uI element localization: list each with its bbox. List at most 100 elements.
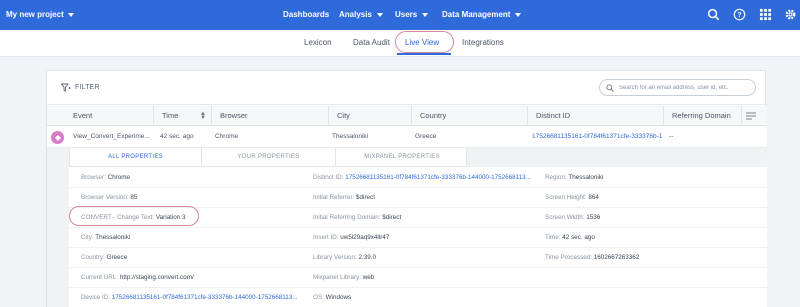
property-row: Device ID: 17526681135161-0f784f61371cfe… bbox=[69, 287, 767, 307]
column-header-country[interactable]: Country bbox=[412, 106, 528, 126]
cell-country: Greece bbox=[415, 133, 437, 140]
property-key: Screen Height: bbox=[545, 194, 587, 201]
settings-icon[interactable] bbox=[784, 8, 797, 21]
nav-analysis-label: Analysis bbox=[339, 10, 372, 19]
event-icon bbox=[51, 131, 64, 144]
property-key: Initial Referrer: bbox=[313, 194, 355, 201]
property-value: http://staging.convert.com/ bbox=[119, 274, 194, 281]
property-value: Windows bbox=[325, 294, 352, 301]
property-key: Region: bbox=[545, 174, 567, 181]
cell-distinct-id[interactable]: 17526681135161-0f784f61371cfe-333376b-1.… bbox=[532, 126, 662, 148]
property-key: Distinct ID: bbox=[313, 174, 344, 181]
sort-icon: ▲ ▼ bbox=[200, 111, 206, 121]
tab-data-audit[interactable]: Data Audit bbox=[353, 38, 390, 47]
nav-users-label: Users bbox=[395, 10, 418, 19]
cell-city: Thessaloniki bbox=[332, 133, 369, 140]
nav-dashboards-label: Dashboards bbox=[283, 10, 330, 19]
chevron-down-icon bbox=[422, 12, 429, 17]
column-header-distinct-id[interactable]: Distinct ID bbox=[528, 106, 664, 126]
search-box[interactable] bbox=[599, 79, 756, 96]
column-header-browser[interactable]: Browser bbox=[212, 106, 329, 126]
property-value: Chrome bbox=[107, 174, 130, 181]
help-icon[interactable]: ? bbox=[733, 8, 746, 21]
property-row: City: Thessaloniki Insert ID: uw5l29aq9x4… bbox=[69, 227, 767, 248]
property-cell: Screen Height: 864 bbox=[545, 187, 765, 208]
property-row: Current URL: http://staging.convert.com/… bbox=[69, 267, 767, 288]
nav-data-management-label: Data Management bbox=[442, 10, 511, 19]
live-view-panel: FILTER Event Time ▲▼ Browser City Countr… bbox=[46, 70, 767, 307]
properties-tabs: ALL PROPERTIES YOUR PROPERTIES MIXPANEL … bbox=[69, 148, 467, 167]
tab-integrations[interactable]: Integrations bbox=[462, 38, 504, 47]
highlight-annotation bbox=[395, 31, 454, 53]
project-name: My new project bbox=[6, 10, 64, 19]
property-value: Thessaloniki bbox=[95, 234, 131, 241]
property-value: $direct bbox=[382, 214, 402, 221]
nav-users[interactable]: Users bbox=[395, 10, 429, 19]
property-value: 2.39.0 bbox=[358, 254, 377, 261]
property-key: Device ID: bbox=[81, 294, 111, 301]
table-header: Event Time ▲ ▼ Browser City Country Disti… bbox=[47, 106, 767, 126]
column-header-referring-domain[interactable]: Referring Domain bbox=[664, 106, 742, 126]
property-cell: Device ID: 17526681135161-0f784f61371cfe… bbox=[81, 287, 306, 307]
property-key: Initial Referring Domain: bbox=[313, 214, 381, 221]
chevron-down-icon bbox=[67, 12, 74, 17]
property-cell: Current URL: http://staging.convert.com/ bbox=[81, 267, 306, 288]
filter-label: FILTER bbox=[75, 84, 100, 91]
cell-referring-domain: -- bbox=[669, 133, 674, 140]
property-cell: Mixpanel Library: web bbox=[313, 267, 538, 288]
tab-mixpanel-properties[interactable]: MIXPANEL PROPERTIES bbox=[336, 148, 468, 167]
filter-toolbar: FILTER bbox=[47, 71, 767, 105]
chevron-down-icon bbox=[515, 12, 522, 17]
property-value: Greece bbox=[106, 254, 128, 261]
property-cell: Initial Referring Domain: $direct bbox=[313, 207, 538, 228]
property-cell: City: Thessaloniki bbox=[81, 227, 306, 248]
property-row: Country: Greece Library Version: 2.39.0 Ti… bbox=[69, 247, 767, 268]
property-key: Country: bbox=[81, 254, 105, 261]
tab-your-properties[interactable]: YOUR PROPERTIES bbox=[202, 148, 335, 167]
property-value: uw5l29aq9x4llr47 bbox=[340, 234, 390, 241]
property-cell: Browser Version: 85 bbox=[81, 187, 306, 208]
column-header-city[interactable]: City bbox=[329, 106, 412, 126]
search-icon bbox=[606, 83, 614, 92]
nav-data-management[interactable]: Data Management bbox=[442, 10, 522, 19]
column-header-event[interactable]: Event bbox=[65, 106, 154, 126]
svg-text:?: ? bbox=[737, 12, 741, 19]
search-input[interactable] bbox=[619, 84, 749, 91]
property-key: Screen Width: bbox=[545, 214, 585, 221]
columns-icon[interactable] bbox=[746, 112, 756, 120]
property-value: 1602667263362 bbox=[593, 254, 640, 261]
search-icon[interactable] bbox=[707, 8, 720, 21]
column-header-time[interactable]: Time ▲ ▼ bbox=[154, 106, 212, 126]
property-value: Thessaloniki bbox=[568, 174, 604, 181]
filter-button[interactable]: FILTER bbox=[61, 83, 100, 92]
active-tab-indicator bbox=[397, 53, 451, 55]
property-value: web bbox=[362, 274, 375, 281]
property-cell: Library Version: 2.39.0 bbox=[313, 247, 538, 268]
project-selector[interactable]: My new project bbox=[6, 10, 74, 19]
tab-all-properties[interactable]: ALL PROPERTIES bbox=[70, 148, 201, 167]
property-key: OS: bbox=[313, 294, 324, 301]
property-row: Browser Version: 85 Initial Referrer: $di… bbox=[69, 187, 767, 208]
nav-analysis[interactable]: Analysis bbox=[339, 10, 383, 19]
tab-lexicon[interactable]: Lexicon bbox=[304, 38, 332, 47]
cell-browser: Chrome bbox=[215, 133, 239, 140]
property-cell: Time: 42 sec. ago bbox=[545, 227, 765, 248]
property-row: Browser: Chrome Distinct ID: 175266811351… bbox=[69, 167, 767, 188]
property-key: Mixpanel Library: bbox=[313, 274, 361, 281]
nav-dashboards[interactable]: Dashboards bbox=[283, 10, 329, 19]
property-value[interactable]: 17526681135161-0f784f61371cfe-333376b-14… bbox=[112, 294, 298, 301]
property-key: Browser: bbox=[81, 174, 106, 181]
property-value[interactable]: 17526681135161-0f784f61371cfe-333376b-14… bbox=[345, 174, 531, 181]
property-cell: OS: Windows bbox=[313, 287, 538, 307]
property-cell: Distinct ID: 17526681135161-0f784f61371c… bbox=[313, 167, 538, 188]
property-cell: Browser: Chrome bbox=[81, 167, 306, 188]
highlight-annotation bbox=[69, 206, 199, 226]
apps-grid-icon[interactable] bbox=[759, 8, 772, 21]
table-row[interactable]: View_Convert_Experime... 42 sec. ago Chr… bbox=[47, 126, 767, 148]
property-cell: Initial Referrer: $direct bbox=[313, 187, 538, 208]
property-cell: Insert ID: uw5l29aq9x4llr47 bbox=[313, 227, 538, 248]
column-header-time-label: Time bbox=[162, 111, 179, 120]
event-details: ALL PROPERTIES YOUR PROPERTIES MIXPANEL … bbox=[47, 148, 767, 307]
chevron-down-icon bbox=[376, 12, 383, 17]
property-value: 42 sec. ago bbox=[562, 234, 595, 241]
